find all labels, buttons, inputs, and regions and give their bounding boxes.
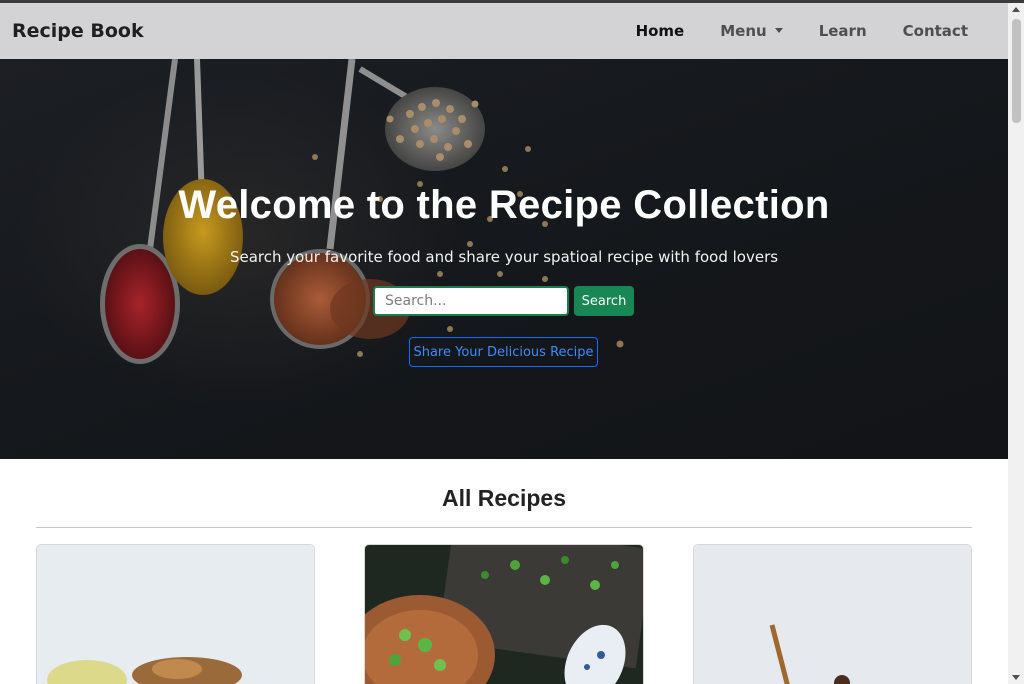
search-button[interactable]: Search (574, 286, 634, 316)
share-recipe-button[interactable]: Share Your Delicious Recipe (409, 337, 598, 367)
hero-subtitle: Search your favorite food and share your… (229, 248, 779, 266)
nav-learn[interactable]: Learn (819, 22, 867, 40)
scroll-up-arrow-icon[interactable] (1012, 7, 1020, 12)
nav-menu: Home Menu Learn Contact (636, 3, 996, 59)
nav-contact-label: Contact (902, 22, 968, 40)
navbar: Recipe Book Home Menu Learn Contact (0, 3, 1008, 59)
browser-viewport: Recipe Book Home Menu Learn Contact Welc… (0, 3, 1008, 684)
scroll-down-arrow-icon[interactable] (1012, 675, 1020, 680)
recipe-photo (37, 545, 315, 684)
scrollbar-thumb[interactable] (1012, 19, 1021, 123)
search-input[interactable] (373, 286, 569, 316)
recipe-card-image[interactable] (364, 544, 644, 684)
hero-banner: Welcome to the Recipe Collection Search … (0, 59, 1008, 459)
recipe-photo (365, 545, 643, 684)
nav-menu-dropdown[interactable]: Menu (720, 22, 783, 40)
vertical-scrollbar[interactable] (1008, 3, 1024, 684)
recipe-cards (0, 544, 1008, 684)
nav-menu-label: Menu (720, 22, 767, 40)
nav-learn-label: Learn (818, 22, 867, 40)
brand-logo[interactable]: Recipe Book (12, 20, 144, 42)
nav-home[interactable]: Home (636, 22, 685, 40)
search-form: Search (373, 286, 634, 316)
section-title: All Recipes (442, 485, 566, 511)
recipe-card-image[interactable] (692, 544, 972, 684)
recipe-photo (693, 545, 971, 684)
recipe-card-image[interactable] (36, 544, 316, 684)
nav-contact[interactable]: Contact (903, 22, 968, 40)
caret-down-icon (774, 27, 783, 33)
section-divider (36, 527, 972, 528)
hero-title: Welcome to the Recipe Collection (178, 183, 830, 227)
nav-home-label: Home (635, 22, 685, 40)
